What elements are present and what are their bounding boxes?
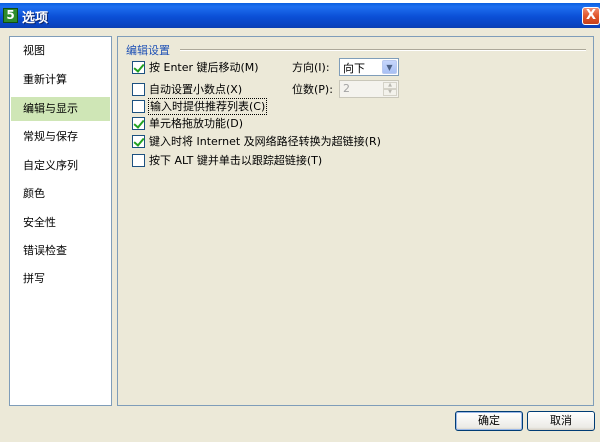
ok-button[interactable]: 确定 — [455, 411, 523, 431]
option-label: 键入时将 Internet 及网络路径转换为超链接(R) — [149, 135, 381, 148]
sidebar-item-spelling[interactable]: 拼写 — [11, 267, 110, 291]
option-label: 单元格拖放功能(D) — [149, 117, 244, 130]
checkbox-unchecked[interactable] — [132, 154, 145, 167]
sidebar-item-custom-lists[interactable]: 自定义序列 — [11, 154, 110, 178]
app-icon: 5 — [3, 8, 18, 23]
direction-select[interactable]: 向下 ▼ — [339, 58, 399, 76]
places-label: 位数(P): — [292, 83, 333, 96]
options-category-list: 视图 重新计算 编辑与显示 常规与保存 自定义序列 颜色 安全性 错误检查 拼写 — [9, 36, 112, 406]
sidebar-item-recalculate[interactable]: 重新计算 — [11, 68, 110, 92]
cancel-button[interactable]: 取消 — [527, 411, 595, 431]
checkbox-checked[interactable] — [132, 135, 145, 148]
sidebar-item-color[interactable]: 颜色 — [11, 182, 110, 206]
sidebar-item-view[interactable]: 视图 — [11, 39, 110, 63]
section-title: 编辑设置 — [126, 42, 172, 58]
spin-down-icon[interactable]: ▼ — [383, 89, 397, 96]
option-label: 输入时提供推荐列表(C) — [147, 98, 268, 115]
section-divider — [180, 49, 586, 51]
checkbox-checked[interactable] — [132, 61, 145, 74]
chevron-down-icon[interactable]: ▼ — [382, 60, 397, 74]
checkbox-unchecked[interactable] — [132, 83, 145, 96]
option-label: 按下 ALT 键并单击以跟踪超链接(T) — [149, 154, 323, 167]
spinner-buttons[interactable]: ▲ ▼ — [383, 82, 397, 96]
option-label: 自动设置小数点(X) — [149, 83, 243, 96]
places-value: 2 — [343, 82, 350, 95]
window-title: 选项 — [22, 11, 49, 26]
sidebar-item-error-checking[interactable]: 错误检查 — [11, 239, 110, 263]
spin-up-icon[interactable]: ▲ — [383, 82, 397, 89]
edit-settings-panel: 编辑设置 按 Enter 键后移动(M) 方向(I): 向下 ▼ 自动设置小数点… — [117, 36, 594, 406]
sidebar-item-edit-and-display[interactable]: 编辑与显示 — [11, 97, 110, 121]
checkbox-unchecked[interactable] — [132, 100, 145, 113]
close-button[interactable]: X — [582, 7, 600, 25]
direction-value: 向下 — [343, 62, 365, 75]
direction-label: 方向(I): — [292, 61, 330, 74]
places-spinner[interactable]: 2 ▲ ▼ — [339, 80, 399, 98]
sidebar-item-security[interactable]: 安全性 — [11, 211, 110, 235]
checkbox-checked[interactable] — [132, 117, 145, 130]
sidebar-item-general-and-save[interactable]: 常规与保存 — [11, 125, 110, 149]
title-bar[interactable]: 5 选项 X — [0, 3, 600, 28]
option-label: 按 Enter 键后移动(M) — [149, 61, 259, 74]
